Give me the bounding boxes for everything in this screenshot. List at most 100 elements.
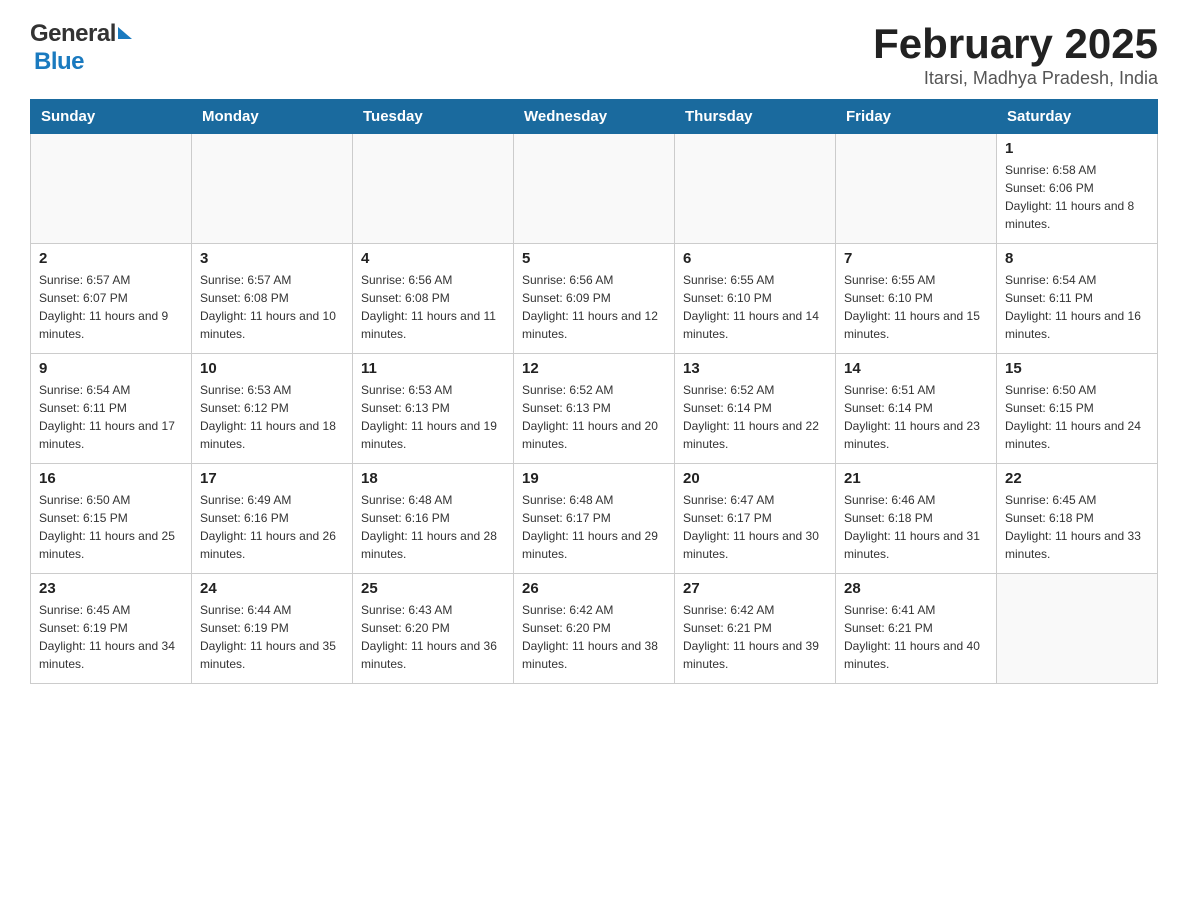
- calendar-day-cell: [997, 574, 1158, 684]
- calendar-day-cell: 4 Sunrise: 6:56 AMSunset: 6:08 PMDaylight…: [353, 244, 514, 354]
- day-of-week-header: Saturday: [997, 100, 1158, 134]
- day-info: Sunrise: 6:45 AMSunset: 6:18 PMDaylight:…: [1005, 493, 1141, 561]
- day-of-week-header: Friday: [836, 100, 997, 134]
- calendar-day-cell: 10Sunrise: 6:53 AMSunset: 6:12 PMDayligh…: [192, 354, 353, 464]
- calendar-day-cell: 15Sunrise: 6:50 AMSunset: 6:15 PMDayligh…: [997, 354, 1158, 464]
- calendar-title-block: February 2025 Itarsi, Madhya Pradesh, In…: [873, 20, 1158, 89]
- calendar-table: SundayMondayTuesdayWednesdayThursdayFrid…: [30, 99, 1158, 684]
- calendar-day-cell: 23 Sunrise: 6:45 AMSunset: 6:19 PMDayligh…: [31, 574, 192, 684]
- calendar-day-cell: 19 Sunrise: 6:48 AMSunset: 6:17 PMDayligh…: [514, 464, 675, 574]
- calendar-day-cell: 1Sunrise: 6:58 AMSunset: 6:06 PMDaylight…: [997, 134, 1158, 244]
- calendar-week-row: 16 Sunrise: 6:50 AMSunset: 6:15 PMDayligh…: [31, 464, 1158, 574]
- calendar-day-cell: 24 Sunrise: 6:44 AMSunset: 6:19 PMDayligh…: [192, 574, 353, 684]
- page-header: General Blue February 2025 Itarsi, Madhy…: [30, 20, 1158, 89]
- day-info: Sunrise: 6:42 AMSunset: 6:21 PMDaylight:…: [683, 603, 819, 671]
- day-info: Sunrise: 6:58 AMSunset: 6:06 PMDaylight:…: [1005, 163, 1134, 231]
- calendar-day-cell: [514, 134, 675, 244]
- day-info: Sunrise: 6:54 AMSunset: 6:11 PMDaylight:…: [39, 383, 175, 451]
- day-number: 12: [522, 360, 666, 377]
- day-number: 13: [683, 360, 827, 377]
- day-info: Sunrise: 6:42 AMSunset: 6:20 PMDaylight:…: [522, 603, 658, 671]
- calendar-header: SundayMondayTuesdayWednesdayThursdayFrid…: [31, 100, 1158, 134]
- day-info: Sunrise: 6:44 AMSunset: 6:19 PMDaylight:…: [200, 603, 336, 671]
- calendar-day-cell: 22 Sunrise: 6:45 AMSunset: 6:18 PMDayligh…: [997, 464, 1158, 574]
- logo-text-blue: Blue: [34, 48, 84, 76]
- day-of-week-header: Wednesday: [514, 100, 675, 134]
- day-info: Sunrise: 6:57 AMSunset: 6:08 PMDaylight:…: [200, 273, 336, 341]
- day-info: Sunrise: 6:51 AMSunset: 6:14 PMDaylight:…: [844, 383, 980, 451]
- calendar-day-cell: 8Sunrise: 6:54 AMSunset: 6:11 PMDaylight…: [997, 244, 1158, 354]
- day-number: 11: [361, 360, 505, 377]
- day-number: 7: [844, 250, 988, 267]
- calendar-day-cell: 9 Sunrise: 6:54 AMSunset: 6:11 PMDaylight…: [31, 354, 192, 464]
- day-of-week-header: Thursday: [675, 100, 836, 134]
- day-number: 16: [39, 470, 183, 487]
- day-number: 8: [1005, 250, 1149, 267]
- day-info: Sunrise: 6:53 AMSunset: 6:12 PMDaylight:…: [200, 383, 336, 451]
- calendar-day-cell: 25 Sunrise: 6:43 AMSunset: 6:20 PMDayligh…: [353, 574, 514, 684]
- day-info: Sunrise: 6:52 AMSunset: 6:13 PMDaylight:…: [522, 383, 658, 451]
- day-number: 3: [200, 250, 344, 267]
- calendar-week-row: 1Sunrise: 6:58 AMSunset: 6:06 PMDaylight…: [31, 134, 1158, 244]
- calendar-day-cell: 13 Sunrise: 6:52 AMSunset: 6:14 PMDayligh…: [675, 354, 836, 464]
- calendar-day-cell: 11 Sunrise: 6:53 AMSunset: 6:13 PMDayligh…: [353, 354, 514, 464]
- day-info: Sunrise: 6:48 AMSunset: 6:17 PMDaylight:…: [522, 493, 658, 561]
- logo: General Blue: [30, 20, 132, 76]
- calendar-day-cell: 17 Sunrise: 6:49 AMSunset: 6:16 PMDayligh…: [192, 464, 353, 574]
- calendar-body: 1Sunrise: 6:58 AMSunset: 6:06 PMDaylight…: [31, 134, 1158, 684]
- day-info: Sunrise: 6:55 AMSunset: 6:10 PMDaylight:…: [683, 273, 819, 341]
- days-of-week-row: SundayMondayTuesdayWednesdayThursdayFrid…: [31, 100, 1158, 134]
- day-number: 15: [1005, 360, 1149, 377]
- calendar-day-cell: [353, 134, 514, 244]
- logo-arrow-icon: [118, 27, 132, 39]
- logo-text-general: General: [30, 20, 116, 48]
- day-number: 23: [39, 580, 183, 597]
- calendar-day-cell: 21 Sunrise: 6:46 AMSunset: 6:18 PMDayligh…: [836, 464, 997, 574]
- day-number: 25: [361, 580, 505, 597]
- day-info: Sunrise: 6:55 AMSunset: 6:10 PMDaylight:…: [844, 273, 980, 341]
- calendar-day-cell: [31, 134, 192, 244]
- day-info: Sunrise: 6:52 AMSunset: 6:14 PMDaylight:…: [683, 383, 819, 451]
- calendar-day-cell: [836, 134, 997, 244]
- calendar-day-cell: 12 Sunrise: 6:52 AMSunset: 6:13 PMDayligh…: [514, 354, 675, 464]
- day-number: 17: [200, 470, 344, 487]
- day-number: 20: [683, 470, 827, 487]
- calendar-title: February 2025: [873, 20, 1158, 68]
- day-of-week-header: Tuesday: [353, 100, 514, 134]
- day-info: Sunrise: 6:49 AMSunset: 6:16 PMDaylight:…: [200, 493, 336, 561]
- calendar-day-cell: 26 Sunrise: 6:42 AMSunset: 6:20 PMDayligh…: [514, 574, 675, 684]
- calendar-day-cell: 16 Sunrise: 6:50 AMSunset: 6:15 PMDayligh…: [31, 464, 192, 574]
- calendar-day-cell: 20 Sunrise: 6:47 AMSunset: 6:17 PMDayligh…: [675, 464, 836, 574]
- day-number: 27: [683, 580, 827, 597]
- calendar-week-row: 23 Sunrise: 6:45 AMSunset: 6:19 PMDayligh…: [31, 574, 1158, 684]
- day-number: 14: [844, 360, 988, 377]
- calendar-day-cell: [192, 134, 353, 244]
- day-info: Sunrise: 6:43 AMSunset: 6:20 PMDaylight:…: [361, 603, 497, 671]
- day-info: Sunrise: 6:46 AMSunset: 6:18 PMDaylight:…: [844, 493, 980, 561]
- calendar-day-cell: 18Sunrise: 6:48 AMSunset: 6:16 PMDayligh…: [353, 464, 514, 574]
- day-number: 28: [844, 580, 988, 597]
- calendar-day-cell: 2 Sunrise: 6:57 AMSunset: 6:07 PMDaylight…: [31, 244, 192, 354]
- day-number: 21: [844, 470, 988, 487]
- day-info: Sunrise: 6:47 AMSunset: 6:17 PMDaylight:…: [683, 493, 819, 561]
- calendar-week-row: 9 Sunrise: 6:54 AMSunset: 6:11 PMDaylight…: [31, 354, 1158, 464]
- day-info: Sunrise: 6:45 AMSunset: 6:19 PMDaylight:…: [39, 603, 175, 671]
- calendar-day-cell: 14 Sunrise: 6:51 AMSunset: 6:14 PMDayligh…: [836, 354, 997, 464]
- day-info: Sunrise: 6:53 AMSunset: 6:13 PMDaylight:…: [361, 383, 497, 451]
- day-info: Sunrise: 6:41 AMSunset: 6:21 PMDaylight:…: [844, 603, 980, 671]
- day-number: 26: [522, 580, 666, 597]
- day-number: 2: [39, 250, 183, 267]
- day-number: 4: [361, 250, 505, 267]
- day-number: 22: [1005, 470, 1149, 487]
- calendar-day-cell: 27 Sunrise: 6:42 AMSunset: 6:21 PMDayligh…: [675, 574, 836, 684]
- calendar-week-row: 2 Sunrise: 6:57 AMSunset: 6:07 PMDaylight…: [31, 244, 1158, 354]
- day-number: 9: [39, 360, 183, 377]
- day-info: Sunrise: 6:50 AMSunset: 6:15 PMDaylight:…: [39, 493, 175, 561]
- calendar-day-cell: 28 Sunrise: 6:41 AMSunset: 6:21 PMDayligh…: [836, 574, 997, 684]
- day-info: Sunrise: 6:48 AMSunset: 6:16 PMDaylight:…: [361, 493, 497, 561]
- day-number: 6: [683, 250, 827, 267]
- day-number: 24: [200, 580, 344, 597]
- day-info: Sunrise: 6:56 AMSunset: 6:08 PMDaylight:…: [361, 273, 496, 341]
- day-number: 19: [522, 470, 666, 487]
- day-info: Sunrise: 6:57 AMSunset: 6:07 PMDaylight:…: [39, 273, 168, 341]
